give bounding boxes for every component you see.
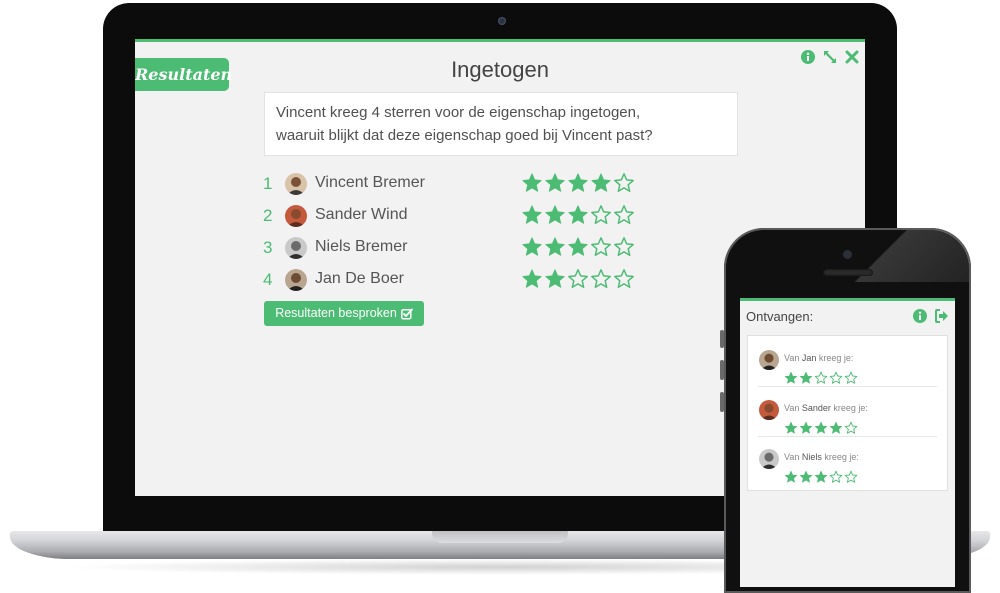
star-rating [784,371,858,385]
star-filled-icon [545,205,565,224]
sign-out-icon[interactable] [935,309,949,323]
from-name: Sander [801,403,831,413]
star-empty-icon [844,421,858,434]
from-name: Jan [801,353,817,363]
star-empty-icon [591,205,611,224]
person-name: Jan De Boer [315,270,404,287]
received-rating-item: Van Niels kreeg je: [748,437,947,486]
ranking-row: 4 Jan De Boer [263,266,643,298]
star-empty-icon [591,237,611,256]
from-name: Niels [801,452,822,462]
received-ratings-card: Van Jan kreeg je: Van Sander kreeg je: V… [747,335,948,491]
avatar [285,237,307,259]
star-filled-icon [545,173,565,192]
star-empty-icon [829,470,843,483]
star-filled-icon [568,173,588,192]
star-rating [521,172,635,194]
ranking-row: 1 Vincent Bremer [263,170,643,202]
received-rating-item: Van Jan kreeg je: [748,338,947,387]
page-title: Ingetogen [451,57,549,82]
star-filled-icon [814,421,828,434]
rank-number: 4 [263,270,273,289]
star-filled-icon [784,470,798,483]
ranking-row: 2 Sander Wind [263,202,643,234]
from-suffix: kreeg je: [821,452,859,462]
star-rating [521,236,635,258]
person-name: Sander Wind [315,206,408,223]
star-filled-icon [545,237,565,256]
received-from-text: Van Niels kreeg je: [784,452,859,462]
star-empty-icon [614,173,634,192]
ranking-list: 1 Vincent Bremer 2 Sander Wind 3 Niels B… [263,170,643,298]
star-empty-icon [814,371,828,384]
webcam-icon [498,17,506,25]
received-rating-item: Van Sander kreeg je: [748,388,947,437]
from-prefix: Van [784,353,802,363]
star-filled-icon [814,470,828,483]
star-empty-icon [844,371,858,384]
star-empty-icon [568,269,588,288]
divider [758,386,937,387]
star-filled-icon [522,237,542,256]
star-empty-icon [614,205,634,224]
received-from-text: Van Sander kreeg je: [784,403,868,413]
rank-number: 1 [263,174,273,193]
rank-number: 2 [263,206,273,225]
result-message-line-2: waaruit blijkt dat deze eigenschap goed … [276,127,653,144]
star-filled-icon [522,173,542,192]
phone-screen: Ontvangen: Van Jan kreeg je: Van Sander … [740,298,955,587]
star-rating [784,470,858,484]
star-empty-icon [614,269,634,288]
star-filled-icon [799,470,813,483]
avatar [759,350,779,370]
star-rating [784,421,858,435]
phone-speaker [823,269,873,276]
phone-header-icons [913,309,949,323]
star-rating [521,268,635,290]
person-name: Vincent Bremer [315,174,425,191]
star-empty-icon [844,470,858,483]
received-from-text: Van Jan kreeg je: [784,353,853,363]
star-filled-icon [522,269,542,288]
result-message: Vincent kreeg 4 sterren voor de eigensch… [264,92,738,156]
avatar [285,173,307,195]
star-empty-icon [829,371,843,384]
result-message-line-1: Vincent kreeg 4 sterren voor de eigensch… [276,104,641,121]
star-empty-icon [591,269,611,288]
avatar [759,400,779,420]
star-empty-icon [614,237,634,256]
results-discussed-label: Resultaten besproken [275,306,397,320]
info-icon[interactable] [913,309,927,323]
from-suffix: kreeg je: [830,403,868,413]
star-filled-icon [522,205,542,224]
star-filled-icon [829,421,843,434]
person-name: Niels Bremer [315,238,408,255]
star-rating [521,204,635,226]
star-filled-icon [799,421,813,434]
star-filled-icon [568,237,588,256]
laptop-opening-notch [432,531,568,543]
check-square-icon [400,308,413,320]
star-filled-icon [784,371,798,384]
rank-number: 3 [263,238,273,257]
phone-camera-icon [843,250,852,259]
avatar [285,205,307,227]
star-filled-icon [784,421,798,434]
received-title: Ontvangen: [746,309,814,324]
star-filled-icon [545,269,565,288]
star-filled-icon [799,371,813,384]
results-discussed-button[interactable]: Resultaten besproken [264,301,424,326]
star-filled-icon [591,173,611,192]
ranking-row: 3 Niels Bremer [263,234,643,266]
avatar [285,269,307,291]
from-suffix: kreeg je: [816,353,854,363]
avatar [759,449,779,469]
from-prefix: Van [784,403,802,413]
from-prefix: Van [784,452,802,462]
star-filled-icon [568,205,588,224]
